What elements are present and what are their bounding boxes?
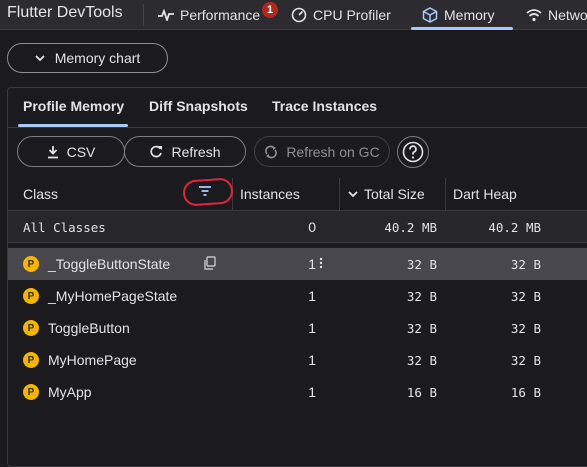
column-dart-heap[interactable]: Dart Heap [453, 186, 517, 202]
total-size: 32 B [406, 353, 437, 368]
tab-performance-label: Performance [180, 7, 261, 23]
instance-count: 1 [308, 352, 316, 368]
tab-memory[interactable]: Memory [412, 0, 512, 30]
app-title: Flutter DevTools [7, 4, 123, 21]
dart-heap: 32 B [510, 321, 541, 336]
tab-performance[interactable]: Performance [158, 0, 260, 30]
csv-button[interactable]: CSV [17, 136, 125, 167]
column-total-size-label: Total Size [364, 186, 425, 202]
wifi-icon [526, 9, 542, 22]
top-bar: Flutter DevTools Performance 1 CPU Profi… [0, 0, 587, 30]
tab-network[interactable]: Netwo [526, 0, 587, 30]
class-name: _ToggleButtonState [48, 256, 171, 272]
memory-box-icon [422, 7, 438, 23]
table-row-summary[interactable]: All Classes 0 40.2 MB 40.2 MB [8, 211, 587, 243]
table-row[interactable]: P _ToggleButtonState 1 32 B 32 B [8, 248, 587, 280]
column-class[interactable]: Class [23, 186, 58, 202]
dart-heap: 32 B [510, 257, 541, 272]
refresh-label: Refresh [171, 143, 221, 160]
summary-total-size: 40.2 MB [384, 220, 437, 235]
class-name: ToggleButton [48, 320, 130, 336]
more-vert-icon[interactable] [319, 256, 323, 270]
package-icon: P [23, 352, 39, 368]
tab-cpu-profiler[interactable]: CPU Profiler [291, 0, 391, 30]
title-separator [143, 4, 144, 26]
summary-dart-heap: 40.2 MB [488, 220, 541, 235]
help-icon [402, 141, 424, 163]
performance-badge: 1 [262, 2, 278, 18]
refresh-on-gc-label: Refresh on GC [286, 143, 380, 160]
tab-trace-instances[interactable]: Trace Instances [272, 98, 377, 114]
package-icon: P [23, 384, 39, 400]
chevron-down-icon [35, 55, 45, 62]
column-total-size[interactable]: Total Size [348, 186, 425, 202]
sub-tabs: Profile Memory Diff Snapshots Trace Inst… [8, 88, 587, 128]
column-instances[interactable]: Instances [240, 186, 300, 202]
package-icon: P [23, 320, 39, 336]
gauge-icon [291, 7, 307, 23]
summary-name: All Classes [23, 220, 106, 235]
instance-count: 1 [308, 256, 316, 272]
tab-cpu-label: CPU Profiler [313, 7, 391, 23]
total-size: 32 B [406, 321, 437, 336]
tab-profile-memory[interactable]: Profile Memory [23, 98, 124, 114]
package-icon: P [23, 256, 39, 272]
class-name: _MyHomePageState [48, 288, 178, 304]
sort-descending-icon [348, 191, 358, 198]
summary-instances: 0 [308, 219, 316, 235]
package-icon: P [23, 288, 39, 304]
tab-memory-indicator [411, 27, 513, 30]
memory-chart-label: Memory chart [54, 50, 141, 66]
dart-heap: 32 B [510, 353, 541, 368]
annotation-circle [182, 177, 234, 207]
refresh-on-gc-toggle[interactable]: Refresh on GC [254, 136, 390, 167]
instance-count: 1 [308, 288, 316, 304]
copy-icon[interactable] [203, 256, 217, 270]
download-icon [47, 145, 58, 158]
class-name: MyHomePage [48, 352, 137, 368]
instance-count: 1 [308, 320, 316, 336]
total-size: 32 B [406, 289, 437, 304]
table-row[interactable]: P MyApp 1 16 B 16 B [8, 376, 587, 408]
refresh-icon [150, 145, 163, 157]
table-row[interactable]: P ToggleButton 1 32 B 32 B [8, 312, 587, 344]
dart-heap: 16 B [510, 385, 541, 400]
instance-count: 1 [308, 384, 316, 400]
tab-diff-snapshots[interactable]: Diff Snapshots [149, 98, 248, 114]
memory-panel: Profile Memory Diff Snapshots Trace Inst… [7, 87, 587, 467]
autorenew-icon [265, 145, 278, 158]
table-row[interactable]: P MyHomePage 1 32 B 32 B [8, 344, 587, 376]
refresh-button[interactable]: Refresh [124, 136, 246, 167]
tab-memory-label: Memory [444, 7, 495, 23]
table-row[interactable]: P _MyHomePageState 1 32 B 32 B [8, 280, 587, 312]
csv-label: CSV [66, 143, 96, 160]
memory-chart-toggle[interactable]: Memory chart [7, 43, 168, 73]
subtab-divider [8, 127, 587, 128]
class-name: MyApp [48, 384, 92, 400]
dart-heap: 32 B [510, 289, 541, 304]
table-header: Class Instances Total Size Dart Heap [8, 178, 587, 211]
total-size: 32 B [406, 257, 437, 272]
tab-network-label: Netwo [548, 7, 587, 23]
total-size: 16 B [406, 385, 437, 400]
help-button[interactable] [397, 136, 429, 168]
performance-icon [158, 9, 174, 21]
